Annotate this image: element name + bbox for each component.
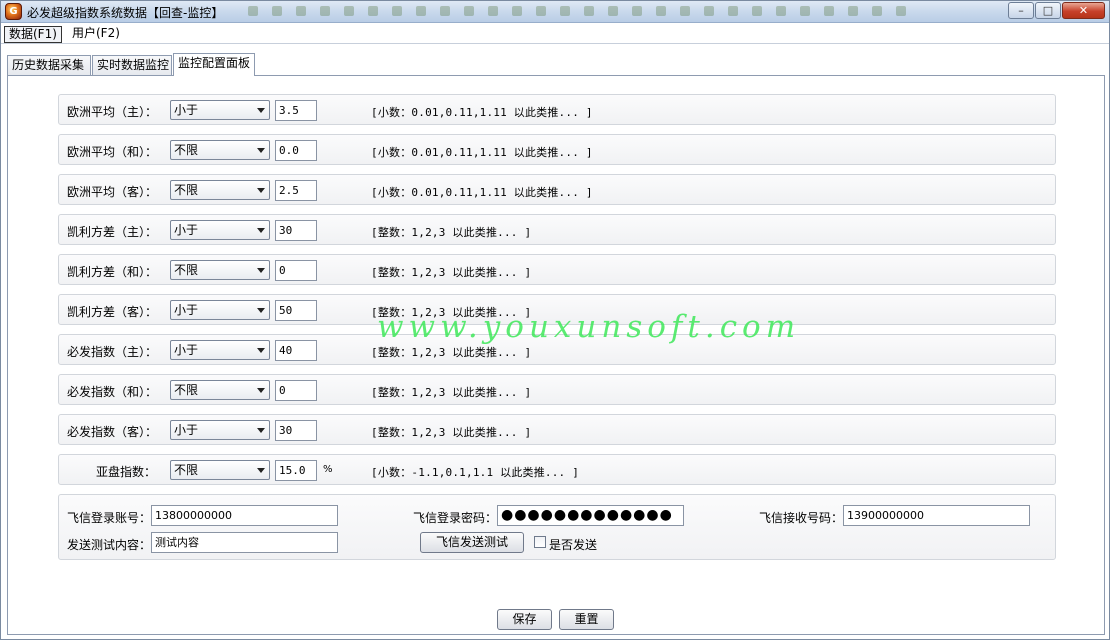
threshold-input[interactable]: 0.0 bbox=[275, 140, 317, 161]
fetion-account-label: 飞信登录账号： bbox=[67, 511, 152, 525]
threshold-input[interactable]: 2.5 bbox=[275, 180, 317, 201]
chevron-down-icon bbox=[257, 308, 265, 313]
close-icon: ✕ bbox=[1078, 4, 1089, 17]
fetion-receiver-label: 飞信接收号码： bbox=[759, 511, 844, 525]
maximize-icon: □ bbox=[1042, 4, 1054, 17]
app-window: G 必发超级指数系统数据【回查-监控】 – □ ✕ 数据(F1) 用户(F2) … bbox=[0, 0, 1110, 640]
menu-user[interactable]: 用户(F2) bbox=[68, 26, 124, 43]
row-hint: [小数：0.01,0.11,1.11 以此类推... ] bbox=[371, 106, 593, 119]
threshold-input[interactable]: 15.0 bbox=[275, 460, 317, 481]
condition-select[interactable]: 小于 bbox=[170, 100, 270, 120]
condition-select[interactable]: 不限 bbox=[170, 180, 270, 200]
minimize-button[interactable]: – bbox=[1008, 2, 1034, 19]
tab-realtime-monitor[interactable]: 实时数据监控 bbox=[92, 55, 172, 75]
config-row: 凯利方差（和）： 不限 0 [整数：1,2,3 以此类推... ] bbox=[58, 254, 1056, 285]
fetion-password-label: 飞信登录密码： bbox=[413, 511, 498, 525]
chevron-down-icon bbox=[257, 268, 265, 273]
fetion-account-input[interactable]: 13800000000 bbox=[151, 505, 338, 526]
condition-select[interactable]: 不限 bbox=[170, 460, 270, 480]
condition-select[interactable]: 不限 bbox=[170, 380, 270, 400]
app-logo-icon: G bbox=[5, 3, 22, 20]
menu-data[interactable]: 数据(F1) bbox=[4, 26, 62, 43]
condition-select[interactable]: 不限 bbox=[170, 140, 270, 160]
row-label: 必发指数（主）： bbox=[67, 345, 158, 359]
chevron-down-icon bbox=[257, 348, 265, 353]
percent-unit: % bbox=[323, 464, 333, 475]
config-row: 必发指数（客）： 小于 30 [整数：1,2,3 以此类推... ] bbox=[58, 414, 1056, 445]
row-label: 欧洲平均（和）： bbox=[67, 145, 158, 159]
row-hint: [整数：1,2,3 以此类推... ] bbox=[371, 266, 532, 279]
close-button[interactable]: ✕ bbox=[1062, 2, 1105, 19]
test-content-input[interactable]: 测试内容 bbox=[151, 532, 338, 553]
condition-select[interactable]: 小于 bbox=[170, 340, 270, 360]
row-label: 必发指数（和）： bbox=[67, 385, 158, 399]
chevron-down-icon bbox=[257, 148, 265, 153]
row-hint: [整数：1,2,3 以此类推... ] bbox=[371, 386, 532, 399]
title-bar-decoration bbox=[241, 5, 1001, 19]
config-row: 欧洲平均（主）： 小于 3.5 [小数：0.01,0.11,1.11 以此类推.… bbox=[58, 94, 1056, 125]
maximize-button[interactable]: □ bbox=[1035, 2, 1061, 19]
title-bar[interactable]: G 必发超级指数系统数据【回查-监控】 – □ ✕ bbox=[1, 1, 1109, 23]
row-label: 凯利方差（客）： bbox=[67, 305, 158, 319]
test-content-label: 发送测试内容： bbox=[67, 538, 152, 552]
threshold-input[interactable]: 0 bbox=[275, 260, 317, 281]
condition-select[interactable]: 小于 bbox=[170, 220, 270, 240]
chevron-down-icon bbox=[257, 388, 265, 393]
config-row: 欧洲平均（和）： 不限 0.0 [小数：0.01,0.11,1.11 以此类推.… bbox=[58, 134, 1056, 165]
row-label: 亚盘指数： bbox=[95, 465, 156, 479]
config-row: 欧洲平均（客）： 不限 2.5 [小数：0.01,0.11,1.11 以此类推.… bbox=[58, 174, 1056, 205]
chevron-down-icon bbox=[257, 228, 265, 233]
threshold-input[interactable]: 0 bbox=[275, 380, 317, 401]
menu-bar: 数据(F1) 用户(F2) bbox=[1, 24, 1109, 44]
row-label: 欧洲平均（客）： bbox=[67, 185, 158, 199]
threshold-input[interactable]: 50 bbox=[275, 300, 317, 321]
condition-select[interactable]: 小于 bbox=[170, 420, 270, 440]
fetion-settings: 飞信登录账号： 13800000000 飞信登录密码： ●●●●●●●●●●●●… bbox=[58, 494, 1056, 560]
tab-history-collection[interactable]: 历史数据采集 bbox=[7, 55, 91, 75]
row-label: 凯利方差（和）： bbox=[67, 265, 158, 279]
window-title: 必发超级指数系统数据【回查-监控】 bbox=[27, 6, 224, 20]
threshold-input[interactable]: 30 bbox=[275, 420, 317, 441]
row-label: 必发指数（客）： bbox=[67, 425, 158, 439]
fetion-password-input[interactable]: ●●●●●●●●●●●●● bbox=[497, 505, 684, 526]
watermark-text: www.youxunsoft.com bbox=[377, 309, 801, 345]
condition-select[interactable]: 小于 bbox=[170, 300, 270, 320]
threshold-input[interactable]: 40 bbox=[275, 340, 317, 361]
row-label: 欧洲平均（主）： bbox=[67, 105, 158, 119]
row-hint: [小数：-1.1,0.1,1.1 以此类推... ] bbox=[371, 466, 580, 479]
row-hint: [小数：0.01,0.11,1.11 以此类推... ] bbox=[371, 146, 593, 159]
config-row: 必发指数（和）： 不限 0 [整数：1,2,3 以此类推... ] bbox=[58, 374, 1056, 405]
row-hint: [小数：0.01,0.11,1.11 以此类推... ] bbox=[371, 186, 593, 199]
monitor-config-panel: 欧洲平均（主）： 小于 3.5 [小数：0.01,0.11,1.11 以此类推.… bbox=[7, 75, 1105, 635]
config-row: 凯利方差（主）： 小于 30 [整数：1,2,3 以此类推... ] bbox=[58, 214, 1056, 245]
row-hint: [整数：1,2,3 以此类推... ] bbox=[371, 226, 532, 239]
config-row-asia: 亚盘指数： 不限 15.0 % [小数：-1.1,0.1,1.1 以此类推...… bbox=[58, 454, 1056, 485]
tab-monitor-config[interactable]: 监控配置面板 bbox=[173, 53, 255, 76]
save-button[interactable]: 保存 bbox=[497, 609, 552, 630]
send-checkbox-label: 是否发送 bbox=[549, 538, 598, 552]
fetion-send-test-button[interactable]: 飞信发送测试 bbox=[420, 532, 524, 553]
chevron-down-icon bbox=[257, 188, 265, 193]
threshold-input[interactable]: 30 bbox=[275, 220, 317, 241]
chevron-down-icon bbox=[257, 468, 265, 473]
row-hint: [整数：1,2,3 以此类推... ] bbox=[371, 346, 532, 359]
reset-button[interactable]: 重置 bbox=[559, 609, 614, 630]
send-checkbox[interactable] bbox=[534, 536, 546, 548]
threshold-input[interactable]: 3.5 bbox=[275, 100, 317, 121]
minimize-icon: – bbox=[1018, 4, 1024, 17]
chevron-down-icon bbox=[257, 428, 265, 433]
fetion-receiver-input[interactable]: 13900000000 bbox=[843, 505, 1030, 526]
row-hint: [整数：1,2,3 以此类推... ] bbox=[371, 426, 532, 439]
chevron-down-icon bbox=[257, 108, 265, 113]
condition-select[interactable]: 不限 bbox=[170, 260, 270, 280]
row-label: 凯利方差（主）： bbox=[67, 225, 158, 239]
